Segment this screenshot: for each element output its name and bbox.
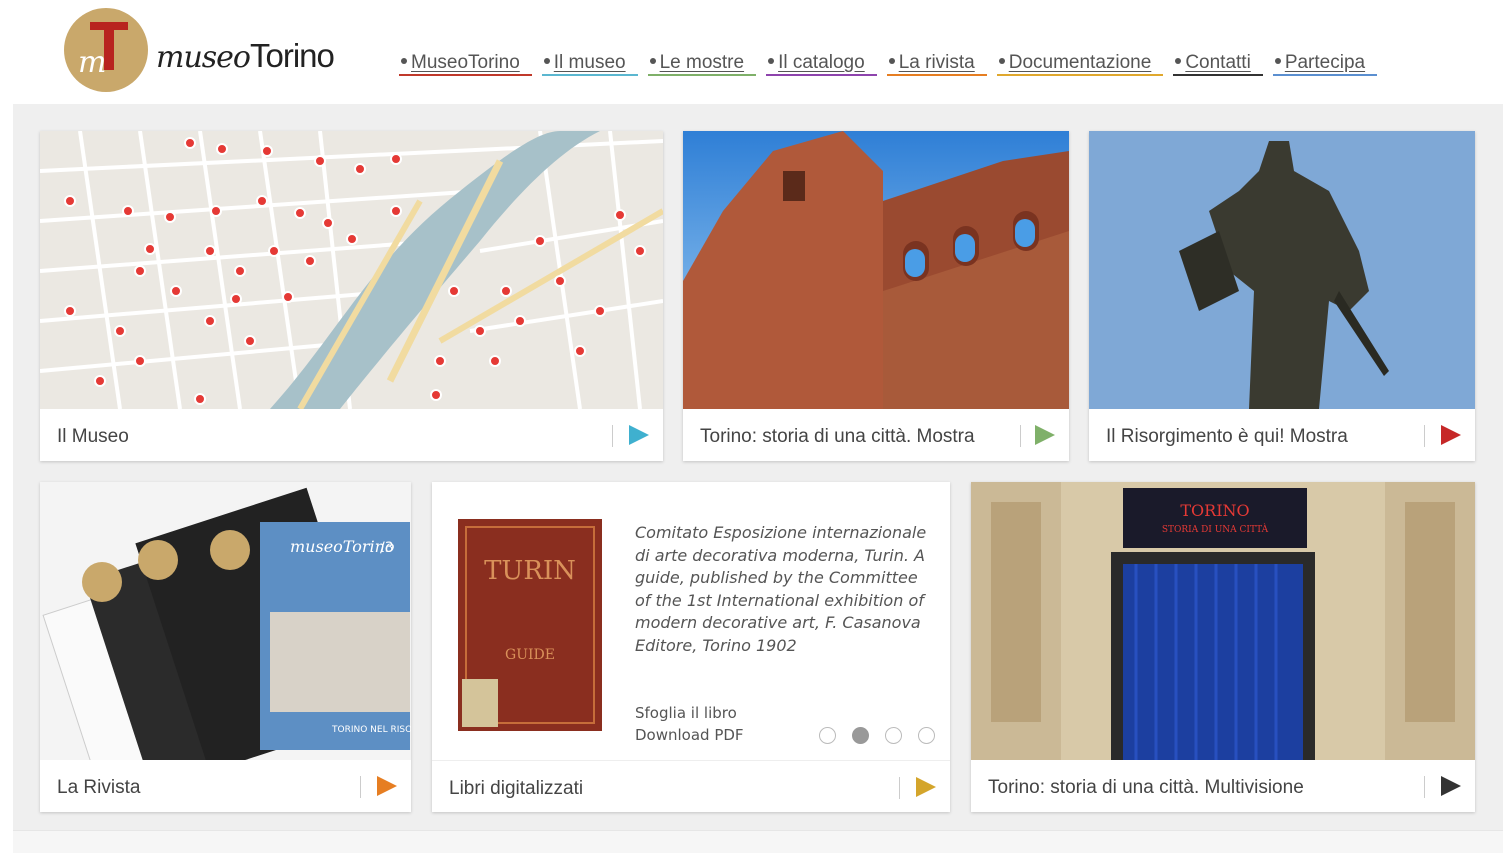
screen-subtitle: STORIA DI UNA CITTÀ [1162,523,1269,535]
magazine-covers-image: museoTorino /3 TORINO NEL RISO [40,482,411,760]
bullet-icon [888,57,895,64]
nav-museotorino[interactable]: MuseoTorino [399,52,532,76]
nav-partecipa[interactable]: Partecipa [1272,52,1378,76]
bullet-icon [649,57,656,64]
theatre-entrance-image: TORINO STORIA DI UNA CITTÀ [971,482,1475,760]
tile-caption-bar: Libri digitalizzati [432,760,950,812]
nav-la-rivista[interactable]: La rivista [886,52,987,76]
divider [612,425,613,447]
play-arrow-icon[interactable] [377,776,397,796]
tile-label: Torino: storia di una città. Multivision… [988,777,1304,798]
svg-text:m: m [78,45,106,80]
nav-label: Contatti [1185,52,1251,73]
book-cover-subtitle: GUIDE [505,647,555,663]
logo-mark-icon: m [78,22,128,80]
nav-documentazione[interactable]: Documentazione [996,52,1164,76]
nav-label: Il museo [553,52,626,73]
bullet-icon [1175,57,1182,64]
footer-bar [13,830,1503,853]
city-map-image [40,131,663,409]
nav-label: La rivista [898,52,975,73]
play-arrow-icon[interactable] [916,777,936,797]
divider [360,776,361,798]
play-arrow-icon[interactable] [1441,425,1461,445]
tile-caption-bar: Il Risorgimento è qui! Mostra [1089,409,1475,461]
main-nav: MuseoTorino Il museo Le mostre Il catalo… [399,52,1387,76]
play-arrow-icon[interactable] [1035,425,1055,445]
book-cover-image: TURIN GUIDE [458,519,602,731]
pager-dot-2[interactable] [852,727,869,744]
nav-label: Le mostre [659,52,745,73]
tile-il-museo[interactable]: Il Museo [40,131,663,461]
tile-label: Torino: storia di una città. Mostra [700,426,975,447]
bullet-icon [998,57,1005,64]
play-arrow-icon[interactable] [1441,776,1461,796]
bullet-icon [1274,57,1281,64]
divider [1020,425,1021,447]
nav-contatti[interactable]: Contatti [1173,52,1263,76]
nav-il-catalogo[interactable]: Il catalogo [766,52,877,76]
pager-dot-1[interactable] [819,727,836,744]
book-description: Comitato Esposizione internazionale di a… [635,523,927,655]
divider [899,777,900,799]
magazine-issue: /3 [380,540,394,556]
bullet-icon [768,57,775,64]
bullet-icon [543,57,550,64]
roman-towers-image [683,131,1069,409]
tile-risorgimento[interactable]: Il Risorgimento è qui! Mostra [1089,131,1475,461]
play-arrow-icon[interactable] [629,425,649,445]
divider [1424,776,1425,798]
statue-image [1089,131,1475,409]
pager-dot-3[interactable] [885,727,902,744]
site-logo[interactable]: m museoTorino [64,8,335,94]
nav-il-museo[interactable]: Il museo [541,52,638,76]
download-pdf-link[interactable]: Download PDF [635,726,744,744]
tile-caption-bar: La Rivista [40,760,411,812]
logo-wordmark: museoTorino [156,36,335,75]
tile-grid: Il Museo Torino: storia di una città. Mo… [13,104,1503,830]
book-cover-title: TURIN [484,556,576,586]
tile-label: Il Museo [57,426,129,447]
nav-label: Partecipa [1284,52,1366,73]
nav-label: Documentazione [1008,52,1152,73]
tile-caption-bar: Torino: storia di una città. Mostra [683,409,1069,461]
tile-caption-bar: Torino: storia di una città. Multivision… [971,760,1475,812]
pager-dot-4[interactable] [918,727,935,744]
magazine-title: museoTorino [290,537,395,556]
tile-storia-mostra[interactable]: Torino: storia di una città. Mostra [683,131,1069,461]
nav-label: Il catalogo [778,52,865,73]
tile-label: Libri digitalizzati [449,778,584,799]
tile-caption-bar: Il Museo [40,409,663,461]
tile-libri-digitalizzati[interactable]: TURIN GUIDE Comitato Esposizione interna… [432,482,950,812]
bullet-icon [401,57,407,64]
magazine-headline: TORINO NEL RISO [331,725,411,735]
logo-regular: Torino [249,37,335,74]
site-header: m museoTorino MuseoTorino Il museo Le mo… [0,0,1508,104]
tile-label: La Rivista [57,777,141,798]
nav-label: MuseoTorino [411,52,520,73]
divider [1424,425,1425,447]
logo-italic: museo [156,40,251,75]
tile-multivisione[interactable]: TORINO STORIA DI UNA CITTÀ Torino: stori… [971,482,1475,812]
browse-book-link[interactable]: Sfoglia il libro [635,704,737,722]
screen-title: TORINO [1180,501,1249,520]
tile-label: Il Risorgimento è qui! Mostra [1106,426,1348,447]
nav-le-mostre[interactable]: Le mostre [647,52,757,76]
tile-la-rivista[interactable]: museoTorino /3 TORINO NEL RISO La Rivist… [40,482,411,812]
